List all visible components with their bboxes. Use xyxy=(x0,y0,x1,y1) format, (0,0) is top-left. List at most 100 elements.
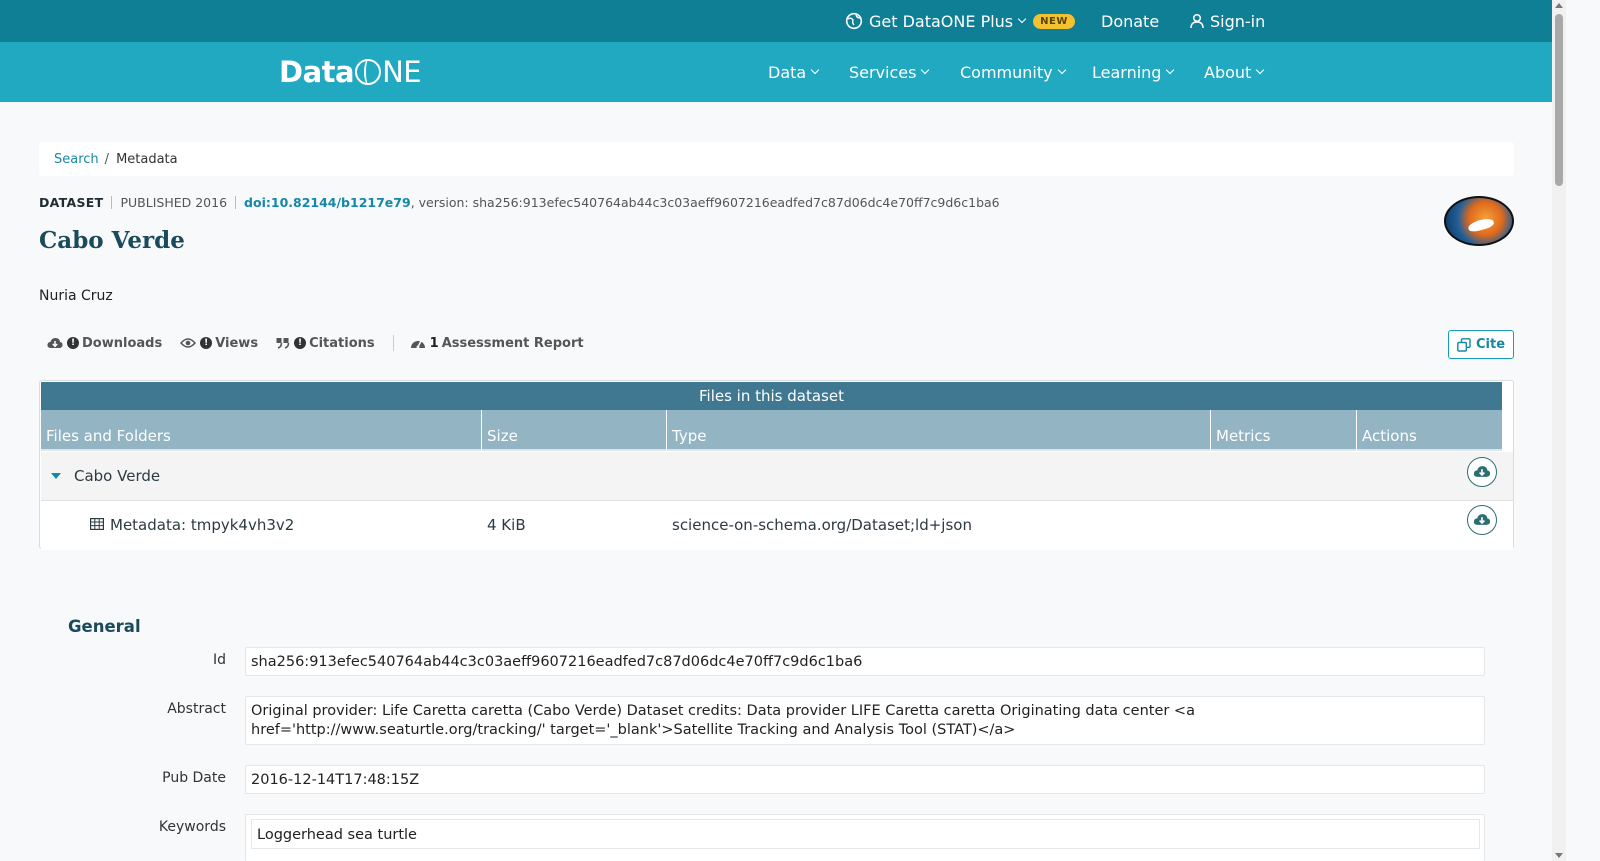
chevron-down-icon xyxy=(1017,14,1027,24)
chevron-down-icon xyxy=(1057,65,1066,75)
sign-in-link[interactable]: Sign-in xyxy=(1189,0,1265,42)
column-header-type: Type xyxy=(666,410,1210,451)
new-badge: NEW xyxy=(1033,13,1075,29)
cloud-download-icon xyxy=(47,337,63,348)
chevron-down-icon xyxy=(1256,65,1265,75)
divider xyxy=(392,335,394,351)
scroll-up-icon[interactable] xyxy=(1555,3,1563,8)
alert-icon: ! xyxy=(294,337,307,349)
views-metric[interactable]: ! Views xyxy=(180,336,258,351)
nav-data-label: Data xyxy=(768,62,807,82)
downloads-label: Downloads xyxy=(82,335,163,351)
published-year: PUBLISHED 2016 xyxy=(120,195,228,210)
field-value-pub-date: 2016-12-14T17:48:15Z xyxy=(245,765,1485,794)
scrollbar-thumb[interactable] xyxy=(1555,14,1563,186)
get-dataone-plus-menu[interactable]: Get DataONE Plus NEW xyxy=(845,0,1075,42)
nav-learning[interactable]: Learning xyxy=(1092,42,1175,102)
download-folder-button[interactable] xyxy=(1467,457,1497,487)
citations-label: Citations xyxy=(309,335,375,351)
assessment-report-link[interactable]: 1 Assessment Report xyxy=(410,336,584,351)
nav-data[interactable]: Data xyxy=(768,42,820,102)
field-label-keywords: Keywords xyxy=(158,819,226,835)
views-label: Views xyxy=(215,335,259,351)
column-header-actions: Actions xyxy=(1356,410,1502,451)
donate-label: Donate xyxy=(1101,11,1160,31)
field-value-keywords: Loggerhead sea turtle xyxy=(245,814,1485,861)
quote-icon xyxy=(276,338,290,349)
nav-services[interactable]: Services xyxy=(849,42,930,102)
scroll-down-icon[interactable] xyxy=(1555,853,1563,858)
download-file-button[interactable] xyxy=(1467,505,1497,535)
field-label-id: Id xyxy=(212,652,226,668)
member-node-logo[interactable] xyxy=(1444,196,1514,246)
column-header-files: Files and Folders xyxy=(46,427,171,445)
dataset-author: Nuria Cruz xyxy=(39,288,113,304)
globe-icon xyxy=(845,12,863,30)
logo-text-left: Data xyxy=(279,55,355,89)
nav-community-label: Community xyxy=(960,62,1053,82)
logo-text-right: NE xyxy=(382,55,422,89)
dashboard-icon xyxy=(410,340,425,349)
file-name-link[interactable]: Metadata: tmpyk4vh3v2 xyxy=(110,516,294,534)
file-type: science-on-schema.org/Dataset;ld+json xyxy=(672,516,972,534)
files-table-caption: Files in this dataset xyxy=(41,382,1502,410)
field-label-abstract: Abstract xyxy=(167,701,226,717)
citations-metric[interactable]: ! Citations xyxy=(276,336,375,351)
get-dataone-plus-label: Get DataONE Plus xyxy=(869,11,1014,31)
cloud-download-icon xyxy=(1473,514,1491,525)
field-value-id: sha256:913efec540764ab44c3c03aeff9607216… xyxy=(245,647,1485,676)
abstract-line-1: Original provider: Life Caretta caretta … xyxy=(251,703,1195,719)
files-table: Files in this dataset Files and Folders … xyxy=(39,380,1514,550)
citation-line: DATASET PUBLISHED 2016 doi:10.82144/b121… xyxy=(39,195,1000,210)
sign-in-label: Sign-in xyxy=(1210,11,1266,31)
chevron-down-icon xyxy=(921,65,930,75)
breadcrumb: Search / Metadata xyxy=(39,142,1514,176)
divider xyxy=(111,196,113,209)
logo-globe-icon xyxy=(355,59,382,85)
main-navbar: Data NE Data Services Community Learning … xyxy=(0,42,1586,102)
abstract-line-2: href='http://www.seaturtle.org/tracking/… xyxy=(251,722,1016,738)
file-size: 4 KiB xyxy=(487,516,526,534)
eye-icon xyxy=(180,338,197,348)
user-icon xyxy=(1190,13,1204,29)
folder-row[interactable]: Cabo Verde xyxy=(41,452,1513,501)
downloads-metric[interactable]: ! Downloads xyxy=(47,336,162,351)
doi-link[interactable]: doi:10.82144/b1217e79 xyxy=(244,195,411,210)
files-table-header: Files and Folders Size Type Metrics Acti… xyxy=(41,410,1502,451)
keyword-item: Loggerhead sea turtle xyxy=(251,819,1480,849)
top-utility-bar: Get DataONE Plus NEW Donate Sign-in xyxy=(0,0,1586,42)
copy-icon xyxy=(1457,337,1471,352)
alert-icon: ! xyxy=(67,337,79,349)
version-text: , version: sha256:913efec540764ab44c3c03… xyxy=(410,195,1000,210)
cite-button-label: Cite xyxy=(1475,337,1506,352)
donate-link[interactable]: Donate xyxy=(1101,0,1159,42)
page-scrollbar[interactable] xyxy=(1552,0,1566,861)
chevron-down-icon xyxy=(1166,65,1175,75)
nav-about[interactable]: About xyxy=(1204,42,1265,102)
chevron-down-icon xyxy=(810,65,820,75)
breadcrumb-current: Metadata xyxy=(116,151,178,167)
dataone-logo[interactable]: Data NE xyxy=(279,52,422,92)
page-margin xyxy=(1566,0,1600,861)
divider xyxy=(235,196,237,209)
breadcrumb-search-link[interactable]: Search xyxy=(54,152,99,167)
assessment-label: Assessment Report xyxy=(441,335,584,351)
table-icon xyxy=(90,518,104,530)
nav-community[interactable]: Community xyxy=(960,42,1066,102)
alert-icon: ! xyxy=(200,337,213,349)
breadcrumb-separator: / xyxy=(104,151,110,167)
dataset-title: Cabo Verde xyxy=(39,227,185,254)
nav-services-label: Services xyxy=(849,62,917,82)
nav-about-label: About xyxy=(1204,62,1252,82)
metrics-bar: ! Downloads ! Views ! Citations 1 Assess… xyxy=(47,335,602,351)
cite-button[interactable]: Cite xyxy=(1448,330,1514,359)
general-section-title: General xyxy=(68,617,141,636)
caret-down-icon[interactable] xyxy=(51,473,61,479)
field-label-pub-date: Pub Date xyxy=(162,770,226,786)
assessment-count: 1 xyxy=(429,335,439,351)
dataset-type-label: DATASET xyxy=(39,195,104,210)
column-header-metrics: Metrics xyxy=(1210,410,1356,451)
column-header-size: Size xyxy=(481,410,666,451)
file-row[interactable]: Metadata: tmpyk4vh3v2 4 KiB science-on-s… xyxy=(41,501,1513,550)
cloud-download-icon xyxy=(1473,466,1491,477)
